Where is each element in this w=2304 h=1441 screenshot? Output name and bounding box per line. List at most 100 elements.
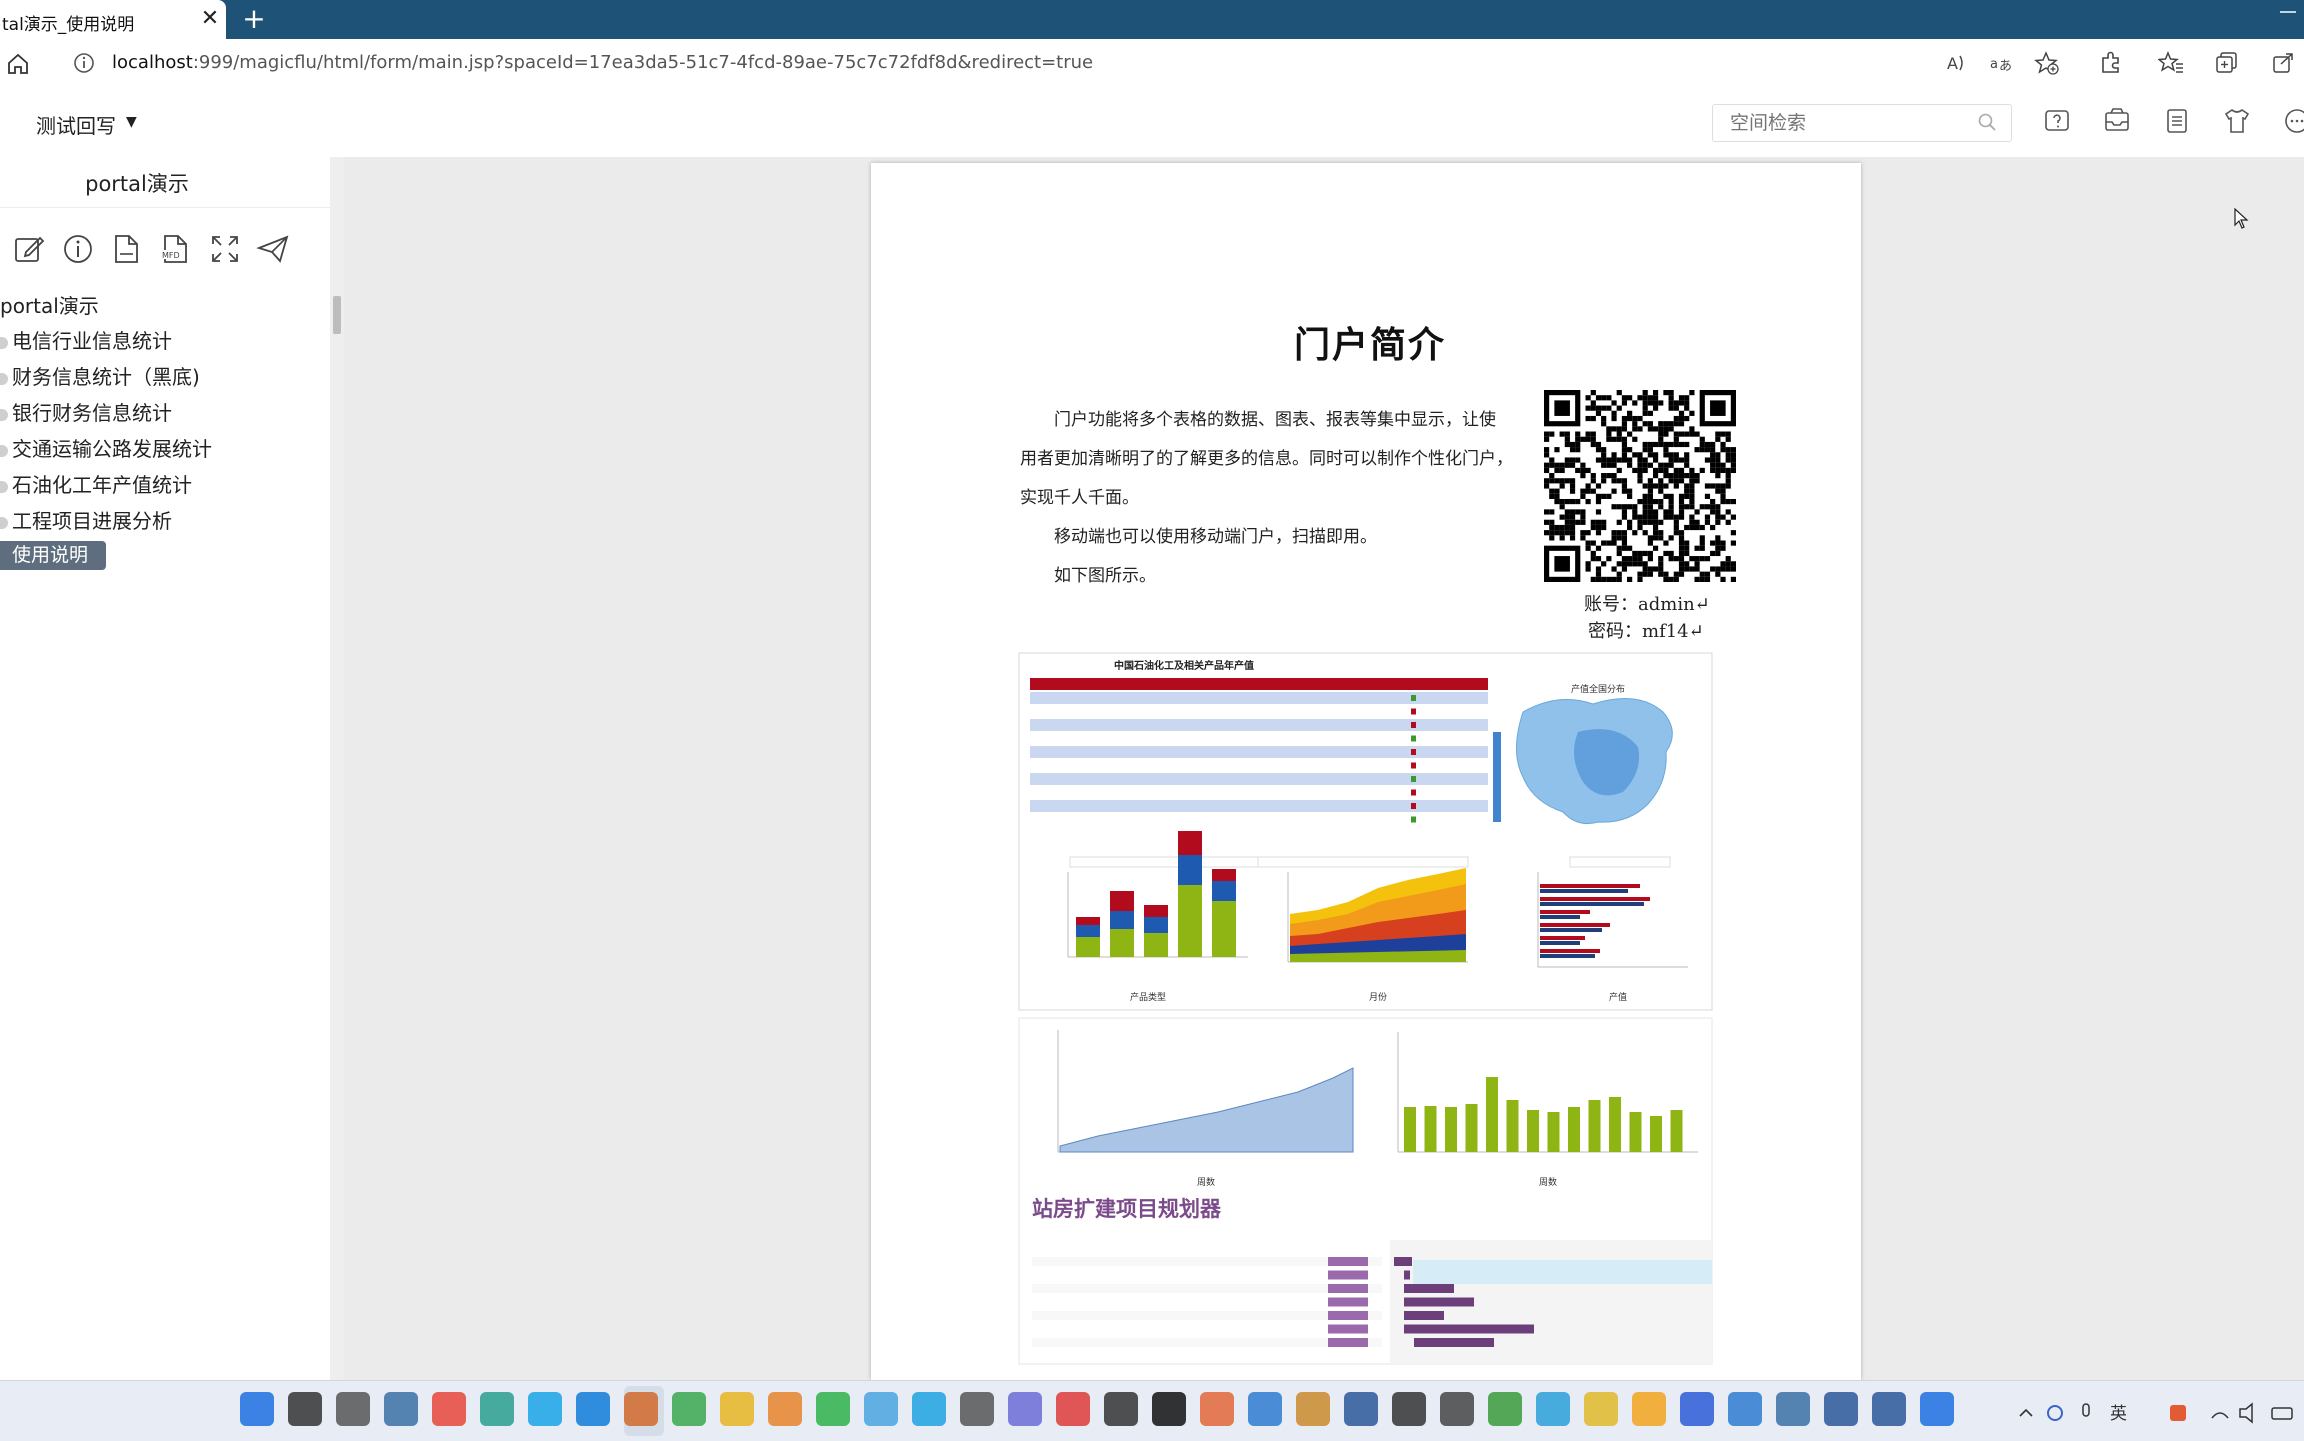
sidebar-item-finance-dark[interactable]: 财务信息统计（黑底) — [0, 361, 200, 390]
svg-text:あ: あ — [1999, 59, 2012, 74]
x-axis-label-weeks-2: 周数 — [1539, 1176, 1557, 1188]
inbox-icon[interactable] — [2102, 106, 2132, 136]
tshirt-icon[interactable] — [2222, 106, 2252, 136]
extensions-icon[interactable] — [2098, 50, 2124, 76]
wechat-icon[interactable] — [816, 1392, 850, 1426]
sidebar-item-telecom[interactable]: 电信行业信息统计 — [0, 325, 172, 354]
sidebar-item-transport[interactable]: 交通运输公路发展统计 — [0, 433, 212, 462]
app-icon[interactable] — [1296, 1392, 1330, 1426]
bar — [1076, 937, 1100, 957]
app-icon[interactable] — [1200, 1392, 1234, 1426]
node-icon — [0, 408, 8, 421]
progress-cell — [1328, 1311, 1368, 1320]
sidebar-item-petrochemical[interactable]: 石油化工年产值统计 — [0, 469, 192, 498]
new-tab-icon[interactable]: + — [238, 3, 270, 35]
table-row — [1030, 773, 1488, 785]
table-row — [1030, 732, 1488, 745]
sidebar-item-project[interactable]: 工程项目进展分析 — [0, 505, 172, 534]
bar — [1465, 1104, 1478, 1152]
search-icon[interactable] — [1976, 111, 1998, 133]
app-icon[interactable] — [912, 1392, 946, 1426]
app-icon[interactable] — [1440, 1392, 1474, 1426]
task-view-icon[interactable] — [336, 1392, 370, 1426]
app-icon[interactable] — [384, 1392, 418, 1426]
share-icon[interactable] — [2270, 50, 2296, 76]
app-icon[interactable] — [1920, 1392, 1954, 1426]
sidebar-item-usage-guide[interactable]: 使用说明 — [0, 541, 107, 570]
app-icon[interactable] — [1776, 1392, 1810, 1426]
info-icon[interactable] — [61, 232, 95, 266]
gantt-bar — [1404, 1297, 1474, 1307]
file-icon[interactable] — [109, 232, 143, 266]
minimize-icon[interactable] — [2278, 2, 2304, 22]
browser-title-bar — [0, 0, 2304, 39]
sidebar-item-bank-finance[interactable]: 银行财务信息统计 — [0, 397, 172, 426]
app-icon[interactable] — [528, 1392, 562, 1426]
qq-icon[interactable] — [1152, 1392, 1186, 1426]
file-explorer-icon[interactable] — [720, 1392, 754, 1426]
app-icon[interactable] — [1248, 1392, 1282, 1426]
read-aloud-icon[interactable]: A — [1944, 50, 1970, 76]
space-search-input[interactable] — [1728, 111, 1972, 135]
url-field[interactable]: localhost:999/magicflu/html/form/main.js… — [112, 52, 1093, 73]
app-icon[interactable] — [1728, 1392, 1762, 1426]
app-icon[interactable] — [768, 1392, 802, 1426]
table-row — [1030, 746, 1488, 758]
app-icon[interactable] — [1632, 1392, 1666, 1426]
app-icon[interactable] — [1104, 1392, 1138, 1426]
edge-icon[interactable] — [576, 1392, 610, 1426]
svg-text:A: A — [1947, 54, 1958, 73]
windows-start-icon[interactable] — [240, 1392, 274, 1426]
svg-text:MFD: MFD — [162, 251, 180, 260]
bar — [1540, 884, 1640, 888]
app-icon[interactable] — [1536, 1392, 1570, 1426]
send-icon[interactable] — [256, 232, 290, 266]
app-icon[interactable] — [480, 1392, 514, 1426]
panel-splitter[interactable] — [330, 157, 344, 1380]
tree-root[interactable]: portal演示 — [0, 290, 99, 319]
tab-close-icon[interactable]: ✕ — [196, 4, 224, 34]
search-icon[interactable] — [288, 1392, 322, 1426]
app-icon[interactable] — [864, 1392, 898, 1426]
bar — [1540, 928, 1602, 932]
app-icon[interactable] — [1008, 1392, 1042, 1426]
chrome-icon[interactable] — [432, 1392, 466, 1426]
progress-cell — [1328, 1270, 1368, 1280]
progress-cell — [1328, 1284, 1368, 1293]
home-icon[interactable] — [4, 50, 32, 78]
site-info-icon[interactable] — [72, 51, 96, 75]
app-icon[interactable] — [1872, 1392, 1906, 1426]
translate-icon[interactable]: aあ — [1988, 50, 2014, 76]
space-title[interactable]: 测试回写 — [36, 110, 116, 139]
bar — [1076, 917, 1100, 925]
favorites-icon[interactable] — [2157, 50, 2184, 76]
table-row — [1030, 786, 1488, 799]
app-icon[interactable] — [624, 1392, 658, 1426]
mouse-cursor-icon — [2234, 207, 2250, 230]
app-icon[interactable] — [1056, 1392, 1090, 1426]
chevron-down-icon[interactable]: ▼ — [126, 114, 137, 130]
app-icon[interactable] — [1584, 1392, 1618, 1426]
gantt-bar — [1394, 1257, 1412, 1266]
more-icon[interactable] — [2282, 106, 2304, 136]
app-icon[interactable] — [1488, 1392, 1522, 1426]
word-icon[interactable] — [1344, 1392, 1378, 1426]
app-icon[interactable] — [1680, 1392, 1714, 1426]
splitter-handle[interactable] — [333, 296, 341, 334]
fullscreen-icon[interactable] — [208, 232, 242, 266]
app-icon[interactable] — [1824, 1392, 1858, 1426]
mfd-file-icon[interactable]: MFD — [158, 232, 192, 266]
table-row — [1030, 719, 1488, 731]
app-icon[interactable] — [1392, 1392, 1426, 1426]
app-icon[interactable] — [960, 1392, 994, 1426]
sidebar-item-label: 银行财务信息统计 — [12, 401, 172, 425]
collections-icon[interactable] — [2214, 50, 2240, 76]
app-icon[interactable] — [672, 1392, 706, 1426]
favorite-add-icon[interactable] — [2034, 50, 2060, 76]
help-icon[interactable] — [2042, 106, 2072, 136]
document-icon[interactable] — [2162, 106, 2192, 136]
edit-icon[interactable] — [12, 232, 46, 266]
progress-cell — [1328, 1257, 1368, 1266]
sidebar-item-label: 电信行业信息统计 — [12, 329, 172, 353]
bar — [1540, 897, 1650, 901]
